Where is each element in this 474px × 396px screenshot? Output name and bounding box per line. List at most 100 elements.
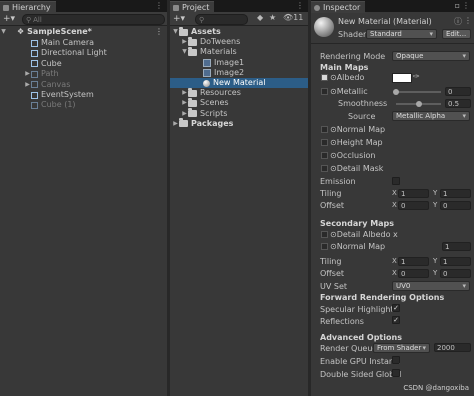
metallic-texture-slot[interactable] <box>321 88 328 95</box>
smoothness-value-field[interactable]: 0.5 <box>445 99 471 108</box>
expand-arrow-icon[interactable]: ▶ <box>24 80 31 90</box>
project-item[interactable]: ▶ Scripts <box>170 108 308 119</box>
expand-arrow-icon[interactable]: ▶ <box>181 109 188 119</box>
metallic-slider-knob[interactable] <box>393 89 399 95</box>
list-icon <box>3 4 9 11</box>
albedo-texture-slot[interactable] <box>321 74 328 81</box>
project-item[interactable]: ▶ DoTweens <box>170 36 308 47</box>
shader-dropdown[interactable]: Standard <box>366 29 437 39</box>
specular-highlights-checkbox[interactable]: ✓ <box>392 304 400 312</box>
settings-menu-icon[interactable]: ⋮ <box>464 16 472 25</box>
tiling-x-field[interactable]: 1 <box>398 189 429 198</box>
texture-picker-icon[interactable]: ⊙ <box>330 164 337 173</box>
metallic-value-field[interactable]: 0 <box>445 87 471 96</box>
expand-arrow-icon[interactable]: ▶ <box>172 119 179 129</box>
hierarchy-item-label: Main Camera <box>41 38 95 47</box>
kebab-menu-icon[interactable]: ⋮ <box>155 1 163 10</box>
texture-picker-icon[interactable]: ⊙ <box>330 230 337 239</box>
reflections-checkbox[interactable]: ✓ <box>392 316 400 324</box>
detail-albedo-slot[interactable] <box>321 231 328 238</box>
watermark-text: CSDN @dangoxiba <box>403 384 469 392</box>
secondary-offset-y-field[interactable]: 0 <box>440 269 471 278</box>
secondary-offset-x-field[interactable]: 0 <box>398 269 429 278</box>
occlusion-slot[interactable] <box>321 152 328 159</box>
detail-mask-slot[interactable] <box>321 165 328 172</box>
add-asset-button[interactable]: +▾ <box>170 14 188 24</box>
uv-set-dropdown[interactable]: UV0 <box>392 281 470 291</box>
height-map-label: ⊙Height Map <box>330 138 383 147</box>
hidden-packages-icon[interactable]: 👁11 <box>283 13 303 22</box>
texture-picker-icon[interactable]: ⊙ <box>330 125 337 134</box>
expand-arrow-icon[interactable]: ▼ <box>181 47 188 57</box>
height-map-slot[interactable] <box>321 139 328 146</box>
albedo-color-swatch[interactable] <box>392 73 412 83</box>
metallic-label: ⊙Metallic <box>330 87 368 96</box>
texture-picker-icon[interactable]: ⊙ <box>330 151 337 160</box>
hierarchy-search-input[interactable]: ⚲ All <box>22 14 165 25</box>
hierarchy-item[interactable]: ▶ Canvas <box>0 80 167 90</box>
secondary-normal-map-slot[interactable] <box>321 243 328 250</box>
gameobject-cube-icon <box>31 60 38 68</box>
inspector-tab[interactable]: Inspector <box>311 1 366 13</box>
lock-icon[interactable]: ▫ <box>455 1 460 10</box>
filter-type-icon[interactable]: ◆ <box>257 13 263 22</box>
eyedropper-icon[interactable]: ✑ <box>413 72 420 81</box>
emission-checkbox[interactable] <box>392 177 400 185</box>
project-item-label: Assets <box>191 27 221 36</box>
hierarchy-item[interactable]: EventSystem <box>0 90 167 100</box>
project-item-selected[interactable]: New Material <box>170 78 308 88</box>
project-search-input[interactable]: ⚲ <box>195 14 248 25</box>
expand-arrow-icon[interactable]: ▶ <box>181 88 188 98</box>
expand-arrow-icon[interactable]: ▶ <box>24 69 31 79</box>
render-queue-mode-dropdown[interactable]: From Shader <box>373 343 430 353</box>
secondary-tiling-label: Tiling <box>320 257 342 266</box>
project-item[interactable]: ▶ Scenes <box>170 97 308 108</box>
material-title: New Material (Material) <box>338 17 432 26</box>
tiling-y-field[interactable]: 1 <box>440 189 471 198</box>
texture-picker-icon[interactable]: ⊙ <box>330 138 337 147</box>
folder-icon <box>179 26 188 36</box>
source-dropdown[interactable]: Metallic Alpha <box>392 111 470 121</box>
normal-map-label-text: Normal Map <box>336 125 386 134</box>
edit-shader-button[interactable]: Edit... <box>442 29 471 39</box>
emission-label: Emission <box>320 177 356 186</box>
offset-x-field[interactable]: 0 <box>398 201 429 210</box>
secondary-tiling-y-field[interactable]: 1 <box>440 257 471 266</box>
kebab-menu-icon[interactable]: ⋮ <box>296 1 304 10</box>
offset-y-field[interactable]: 0 <box>440 201 471 210</box>
metallic-slider-track[interactable] <box>396 91 441 93</box>
scene-menu-icon[interactable]: ⋮ <box>155 27 163 37</box>
inspector-tabbar: Inspector ▫ ⋮ <box>311 0 474 13</box>
secondary-normal-scale-field[interactable]: 1 <box>442 242 471 251</box>
double-sided-gi-checkbox[interactable] <box>392 369 400 377</box>
project-item[interactable]: ▼ Assets <box>170 26 308 37</box>
help-icon[interactable]: ⓘ <box>454 16 462 27</box>
project-item[interactable]: ▶ Resources <box>170 87 308 98</box>
normal-map-slot[interactable] <box>321 126 328 133</box>
project-item[interactable]: ▶ Packages <box>170 118 308 129</box>
texture-picker-icon[interactable]: ⊙ <box>330 73 337 82</box>
expand-arrow-icon[interactable]: ▼ <box>172 27 179 37</box>
project-item[interactable]: Image1 <box>170 58 308 68</box>
hierarchy-item[interactable]: Main Camera <box>0 38 167 48</box>
texture-picker-icon[interactable]: ⊙ <box>330 87 337 96</box>
project-item[interactable]: ▼ Materials <box>170 46 308 57</box>
rendering-mode-dropdown[interactable]: Opaque <box>392 51 470 61</box>
smoothness-slider-knob[interactable] <box>415 101 422 107</box>
add-button[interactable]: +▾ <box>0 14 18 24</box>
texture-picker-icon[interactable]: ⊙ <box>330 242 337 251</box>
gpu-instancing-checkbox[interactable] <box>392 356 400 364</box>
scene-row[interactable]: ▼ ❖ SampleScene* ⋮ <box>0 27 167 37</box>
kebab-menu-icon[interactable]: ⋮ <box>462 1 470 10</box>
expand-arrow-icon[interactable]: ▶ <box>181 98 188 108</box>
render-queue-value-field[interactable]: 2000 <box>434 343 471 352</box>
hierarchy-item[interactable]: Cube (1) <box>0 100 167 110</box>
project-item[interactable]: Image2 <box>170 68 308 78</box>
hierarchy-item[interactable]: ▶ Path <box>0 69 167 79</box>
hierarchy-item[interactable]: Directional Light <box>0 48 167 58</box>
expand-arrow-icon[interactable]: ▼ <box>0 27 7 37</box>
expand-arrow-icon[interactable]: ▶ <box>181 37 188 47</box>
filter-label-icon[interactable]: ★ <box>269 13 276 22</box>
secondary-tiling-x-field[interactable]: 1 <box>398 257 429 266</box>
hierarchy-item[interactable]: Cube <box>0 59 167 69</box>
